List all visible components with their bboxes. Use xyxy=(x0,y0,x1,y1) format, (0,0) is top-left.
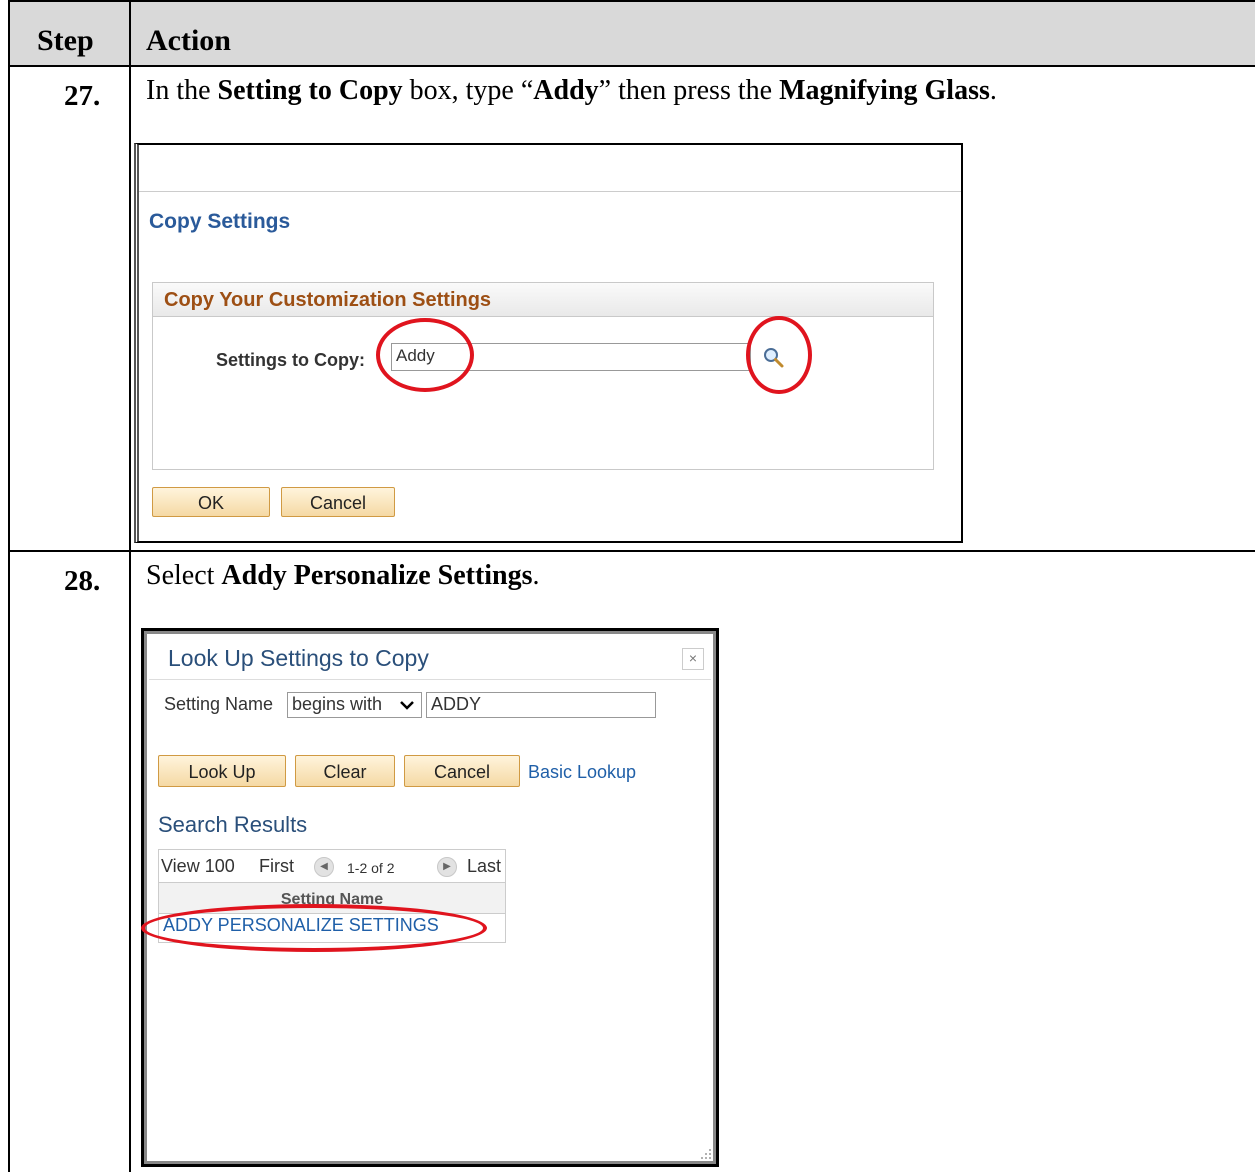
cancel-button[interactable]: Cancel xyxy=(404,755,520,787)
grid-navigation: View 100 First ◀ 1-2 of 2 ▶ Last xyxy=(159,850,505,882)
clear-button[interactable]: Clear xyxy=(295,755,395,787)
step-number: 27. xyxy=(64,80,101,112)
step-instruction: In the Setting to Copy box, type “Addy” … xyxy=(146,75,997,106)
cancel-button[interactable]: Cancel xyxy=(281,487,395,517)
customization-panel: Copy Your Customization Settings xyxy=(152,282,934,470)
search-results-title: Search Results xyxy=(158,812,308,837)
header-step: Step xyxy=(37,24,94,57)
look-up-button[interactable]: Look Up xyxy=(158,755,286,787)
lookup-dialog-screenshot: Look Up Settings to Copy × Setting Name … xyxy=(141,628,719,1167)
panel-header: Copy Your Customization Settings xyxy=(153,283,933,317)
basic-lookup-link[interactable]: Basic Lookup xyxy=(528,762,636,783)
next-arrow-icon[interactable]: ▶ xyxy=(437,857,457,877)
page-range: 1-2 of 2 xyxy=(347,860,395,876)
view-all-link[interactable]: View 100 xyxy=(161,856,235,877)
first-link[interactable]: First xyxy=(259,856,294,877)
operator-select[interactable]: begins with xyxy=(287,692,422,718)
header-action: Action xyxy=(146,24,231,57)
chevron-down-icon xyxy=(400,701,414,710)
setting-name-label: Setting Name xyxy=(164,694,274,714)
divider xyxy=(139,191,961,192)
setting-name-input[interactable]: ADDY xyxy=(426,692,656,718)
settings-to-copy-label: Settings to Copy: xyxy=(216,350,365,370)
dialog-title: Look Up Settings to Copy xyxy=(168,645,429,671)
step-instruction: Select Addy Personalize Settings. xyxy=(146,560,540,591)
ok-button[interactable]: OK xyxy=(152,487,270,517)
table-header: Step Action xyxy=(10,0,1255,67)
divider xyxy=(149,679,711,680)
copy-settings-screenshot: Copy Settings Copy Your Customization Se… xyxy=(134,143,963,543)
highlight-circle xyxy=(376,318,474,392)
row-divider xyxy=(10,550,1255,552)
page-title: Copy Settings xyxy=(149,210,291,233)
column-divider xyxy=(129,0,131,1172)
highlight-circle xyxy=(746,316,812,394)
close-icon[interactable]: × xyxy=(682,648,704,670)
resize-handle-icon[interactable] xyxy=(698,1146,712,1160)
step-number: 28. xyxy=(64,565,101,597)
last-link[interactable]: Last xyxy=(467,856,501,877)
panel-title: Copy Your Customization Settings xyxy=(164,289,492,311)
highlight-circle xyxy=(141,904,487,952)
previous-arrow-icon[interactable]: ◀ xyxy=(314,857,334,877)
